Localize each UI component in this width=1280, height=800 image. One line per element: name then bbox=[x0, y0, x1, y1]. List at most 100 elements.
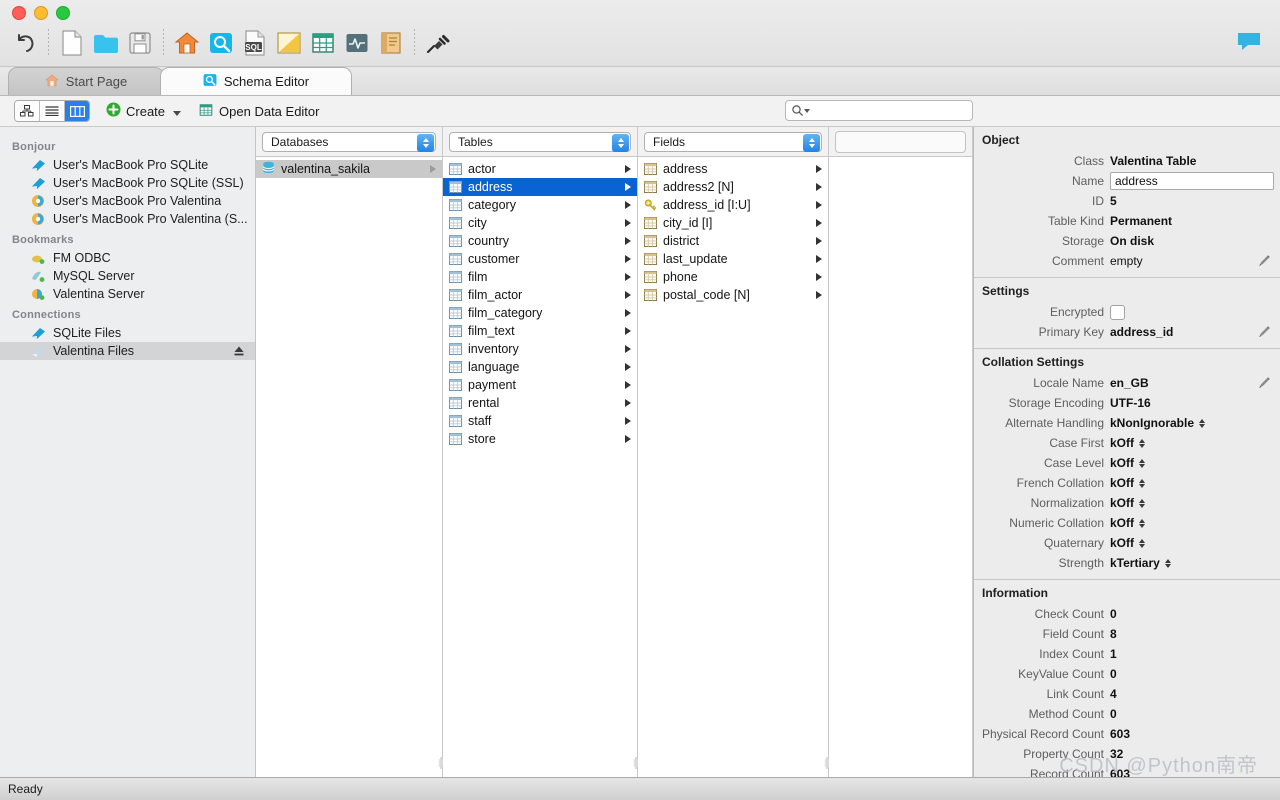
disclosure-arrow-icon[interactable] bbox=[816, 183, 822, 191]
disclosure-arrow-icon[interactable] bbox=[625, 219, 631, 227]
chevron-updown-icon[interactable] bbox=[1139, 479, 1145, 488]
sidebar-item-macbook-valentina-ssl[interactable]: User's MacBook Pro Valentina (S... bbox=[0, 210, 255, 228]
search-input[interactable] bbox=[814, 103, 966, 119]
list-item[interactable]: city bbox=[443, 214, 637, 232]
disclosure-arrow-icon[interactable] bbox=[625, 237, 631, 245]
chevron-down-icon[interactable] bbox=[173, 111, 181, 116]
property-stepper[interactable]: kOff bbox=[1110, 436, 1145, 450]
chevron-updown-icon[interactable] bbox=[1139, 539, 1145, 548]
list-item[interactable]: address_id [I:U] bbox=[638, 196, 828, 214]
save-floppy-icon[interactable] bbox=[123, 26, 157, 60]
disclosure-arrow-icon[interactable] bbox=[816, 291, 822, 299]
tables-list[interactable]: actoraddresscategorycitycountrycustomerf… bbox=[443, 157, 637, 777]
list-item[interactable]: film bbox=[443, 268, 637, 286]
disclosure-arrow-icon[interactable] bbox=[625, 291, 631, 299]
list-item[interactable]: city_id [I] bbox=[638, 214, 828, 232]
property-stepper[interactable]: kOff bbox=[1110, 496, 1145, 510]
disclosure-arrow-icon[interactable] bbox=[816, 219, 822, 227]
sidebar-item-macbook-valentina[interactable]: User's MacBook Pro Valentina bbox=[0, 192, 255, 210]
list-item[interactable]: address bbox=[443, 178, 637, 196]
list-item[interactable]: film_category bbox=[443, 304, 637, 322]
list-item[interactable]: phone bbox=[638, 268, 828, 286]
new-document-icon[interactable] bbox=[55, 26, 89, 60]
list-item[interactable]: district bbox=[638, 232, 828, 250]
sidebar-item-mysql-server[interactable]: MySQL Server bbox=[0, 267, 255, 285]
disclosure-arrow-icon[interactable] bbox=[625, 273, 631, 281]
list-item[interactable]: film_text bbox=[443, 322, 637, 340]
zoom-window-button[interactable] bbox=[56, 6, 70, 20]
databases-selector[interactable]: Databases bbox=[262, 132, 436, 152]
chat-bubble-icon[interactable] bbox=[1232, 24, 1266, 58]
list-item[interactable]: payment bbox=[443, 376, 637, 394]
tab-start-page[interactable]: Start Page bbox=[8, 67, 164, 95]
disclosure-arrow-icon[interactable] bbox=[625, 255, 631, 263]
close-window-button[interactable] bbox=[12, 6, 26, 20]
disclosure-arrow-icon[interactable] bbox=[625, 435, 631, 443]
list-item[interactable]: postal_code [N] bbox=[638, 286, 828, 304]
diagram-icon[interactable] bbox=[272, 26, 306, 60]
view-mode-list-button[interactable] bbox=[40, 101, 65, 121]
fields-selector[interactable]: Fields bbox=[644, 132, 822, 152]
edit-pencil-icon[interactable] bbox=[1258, 325, 1271, 341]
chevron-updown-icon[interactable] bbox=[1139, 459, 1145, 468]
property-stepper[interactable]: kOff bbox=[1110, 456, 1145, 470]
sidebar-item-sqlite-files[interactable]: SQLite Files bbox=[0, 324, 255, 342]
disclosure-arrow-icon[interactable] bbox=[625, 345, 631, 353]
tab-schema-editor[interactable]: Schema Editor bbox=[160, 67, 352, 95]
disclosure-arrow-icon[interactable] bbox=[625, 363, 631, 371]
list-item[interactable]: customer bbox=[443, 250, 637, 268]
property-stepper[interactable]: kOff bbox=[1110, 536, 1145, 550]
detail-list[interactable] bbox=[829, 157, 972, 777]
chevron-updown-icon[interactable] bbox=[1139, 439, 1145, 448]
property-stepper[interactable]: kOff bbox=[1110, 476, 1145, 490]
disclosure-arrow-icon[interactable] bbox=[816, 255, 822, 263]
property-stepper[interactable]: kNonIgnorable bbox=[1110, 416, 1205, 430]
chevron-updown-icon[interactable] bbox=[803, 134, 820, 152]
chevron-updown-icon[interactable] bbox=[1139, 499, 1145, 508]
chevron-updown-icon[interactable] bbox=[1199, 419, 1205, 428]
home-icon[interactable] bbox=[170, 26, 204, 60]
chevron-updown-icon[interactable] bbox=[417, 134, 434, 152]
tables-selector[interactable]: Tables bbox=[449, 132, 631, 152]
view-mode-columns-button[interactable] bbox=[65, 101, 89, 121]
property-stepper[interactable]: kTertiary bbox=[1110, 556, 1171, 570]
sql-editor-icon[interactable]: SQL bbox=[238, 26, 272, 60]
list-item[interactable]: film_actor bbox=[443, 286, 637, 304]
disclosure-arrow-icon[interactable] bbox=[625, 165, 631, 173]
report-icon[interactable] bbox=[374, 26, 408, 60]
eject-icon[interactable] bbox=[233, 345, 245, 360]
disclosure-arrow-icon[interactable] bbox=[625, 399, 631, 407]
fields-list[interactable]: addressaddress2 [N]address_id [I:U]city_… bbox=[638, 157, 828, 777]
list-item[interactable]: category bbox=[443, 196, 637, 214]
disclosure-arrow-icon[interactable] bbox=[625, 381, 631, 389]
object-name-field[interactable]: address bbox=[1110, 172, 1274, 190]
disclosure-arrow-icon[interactable] bbox=[816, 273, 822, 281]
monitor-icon[interactable] bbox=[340, 26, 374, 60]
list-item[interactable]: country bbox=[443, 232, 637, 250]
disclosure-arrow-icon[interactable] bbox=[625, 309, 631, 317]
list-item[interactable]: rental bbox=[443, 394, 637, 412]
edit-pencil-icon[interactable] bbox=[1258, 376, 1271, 392]
sidebar-item-valentina-files[interactable]: Valentina Files bbox=[0, 342, 255, 360]
minimize-window-button[interactable] bbox=[34, 6, 48, 20]
disclosure-arrow-icon[interactable] bbox=[816, 237, 822, 245]
disclosure-arrow-icon[interactable] bbox=[625, 417, 631, 425]
disclosure-arrow-icon[interactable] bbox=[430, 165, 436, 173]
chevron-updown-icon[interactable] bbox=[1165, 559, 1171, 568]
list-item[interactable]: address bbox=[638, 160, 828, 178]
create-button[interactable]: Create bbox=[106, 102, 181, 120]
disclosure-arrow-icon[interactable] bbox=[625, 201, 631, 209]
edit-pencil-icon[interactable] bbox=[1258, 254, 1271, 270]
data-editor-icon[interactable] bbox=[306, 26, 340, 60]
sidebar-item-valentina-server[interactable]: Valentina Server bbox=[0, 285, 255, 303]
disclosure-arrow-icon[interactable] bbox=[816, 165, 822, 173]
disclosure-arrow-icon[interactable] bbox=[625, 327, 631, 335]
chevron-updown-icon[interactable] bbox=[1139, 519, 1145, 528]
list-item[interactable]: inventory bbox=[443, 340, 637, 358]
list-item[interactable]: address2 [N] bbox=[638, 178, 828, 196]
encrypted-checkbox[interactable] bbox=[1110, 305, 1125, 320]
property-stepper[interactable]: kOff bbox=[1110, 516, 1145, 530]
list-item[interactable]: actor bbox=[443, 160, 637, 178]
disclosure-arrow-icon[interactable] bbox=[816, 201, 822, 209]
list-item[interactable]: store bbox=[443, 430, 637, 448]
